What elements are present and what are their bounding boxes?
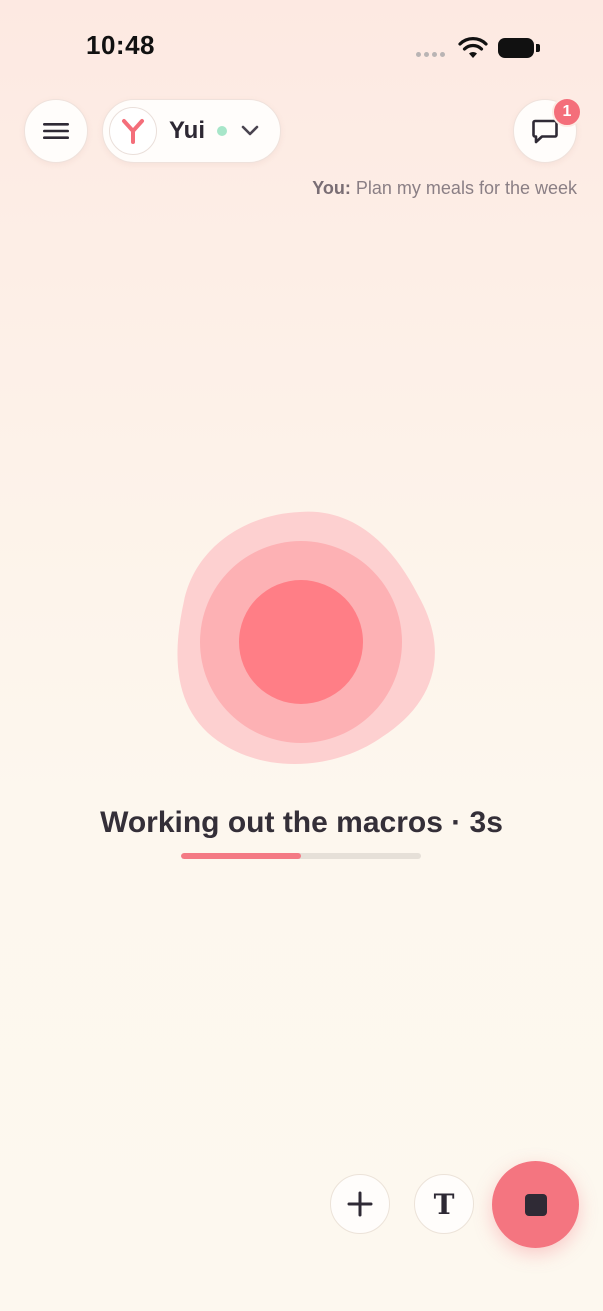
last-message-sender: You: [312,178,351,198]
battery-tip [536,44,540,52]
progress-bar [181,853,421,859]
last-message-text: Plan my meals for the week [355,178,577,198]
y-logo-icon [122,119,144,144]
cellular-signal-icon [416,52,445,57]
status-bar-time: 10:48 [86,30,155,60]
wifi-icon [458,37,488,58]
stop-button[interactable] [492,1161,579,1248]
agent-selector[interactable]: Yui [102,99,281,163]
hamburger-menu-icon [43,123,69,139]
agent-avatar [109,107,157,155]
voice-orb-visualizer [177,511,435,765]
orb-core [239,580,363,704]
chevron-down-icon [241,125,259,136]
add-button[interactable] [330,1174,390,1234]
progress-bar-fill [181,853,301,859]
menu-button[interactable] [24,99,88,163]
text-mode-label: T [433,1187,455,1221]
stop-icon [524,1193,547,1216]
agent-name: Yui [169,117,206,144]
last-message-preview[interactable]: You: Plan my meals for the week [312,178,577,199]
working-status-text: Working out the macros · 3s [100,806,503,839]
chat-notification-badge: 1 [552,97,582,127]
text-mode-button[interactable]: T [414,1174,474,1234]
battery-icon [498,38,534,58]
online-status-dot [217,126,228,136]
plus-icon [347,1191,373,1217]
